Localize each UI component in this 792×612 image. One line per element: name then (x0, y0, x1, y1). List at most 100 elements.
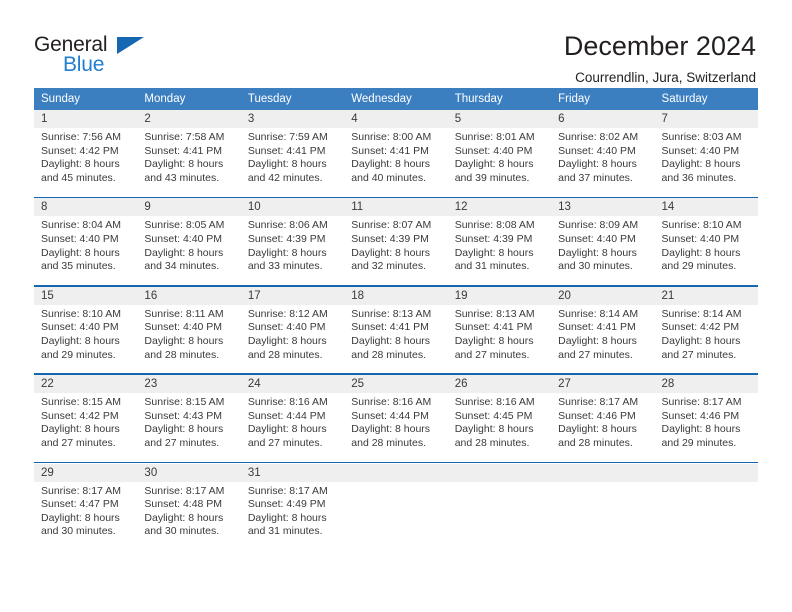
sunrise-text: Sunrise: 8:12 AM (247, 307, 328, 320)
day-number[interactable]: 27 (551, 375, 655, 394)
day-cell[interactable]: Sunrise: 8:17 AM Sunset: 4:46 PM Dayligh… (551, 393, 655, 453)
day-number[interactable]: 14 (654, 198, 758, 217)
day-number[interactable]: 1 (34, 110, 138, 128)
day-cell[interactable]: Sunrise: 8:16 AM Sunset: 4:44 PM Dayligh… (240, 393, 345, 453)
day-number[interactable]: 30 (137, 463, 241, 482)
sunset-text: Sunset: 4:41 PM (351, 321, 429, 334)
day-cell[interactable]: Sunrise: 8:02 AM Sunset: 4:40 PM Dayligh… (551, 128, 655, 188)
day-number[interactable]: 11 (344, 198, 448, 217)
sunrise-text: Sunrise: 8:17 AM (144, 484, 225, 497)
day-number[interactable]: 18 (344, 286, 448, 305)
day-number[interactable]: 5 (447, 110, 552, 128)
day-cell[interactable]: Sunrise: 8:14 AM Sunset: 4:41 PM Dayligh… (551, 304, 655, 365)
day-cell[interactable]: Sunrise: 8:00 AM Sunset: 4:41 PM Dayligh… (344, 128, 448, 188)
day-number[interactable]: 28 (654, 375, 758, 394)
day-cell[interactable]: Sunrise: 8:14 AM Sunset: 4:42 PM Dayligh… (654, 304, 758, 365)
daylight-text-line1: Daylight: 8 hours (144, 511, 224, 524)
day-number[interactable]: 4 (344, 110, 448, 128)
day-cell[interactable]: Sunrise: 7:59 AM Sunset: 4:41 PM Dayligh… (240, 128, 345, 188)
daylight-text-line1: Daylight: 8 hours (454, 423, 534, 436)
day-number[interactable]: 20 (551, 286, 655, 305)
weekday-header-monday: Monday (137, 88, 241, 110)
day-cell[interactable]: Sunrise: 8:13 AM Sunset: 4:41 PM Dayligh… (447, 304, 552, 365)
sunset-text: Sunset: 4:40 PM (144, 232, 223, 245)
week-spacer (34, 364, 758, 374)
day-cell[interactable]: Sunrise: 8:17 AM Sunset: 4:49 PM Dayligh… (240, 481, 345, 541)
general-blue-logo: General Blue (34, 30, 164, 76)
day-number[interactable]: 23 (137, 375, 241, 394)
day-cell[interactable]: Sunrise: 8:09 AM Sunset: 4:40 PM Dayligh… (551, 216, 655, 276)
day-cell[interactable]: Sunrise: 8:03 AM Sunset: 4:40 PM Dayligh… (654, 128, 758, 188)
week-daynum-row: 22 23 24 25 26 27 28 (34, 375, 758, 394)
day-number[interactable]: 6 (551, 110, 655, 128)
day-cell[interactable]: Sunrise: 8:05 AM Sunset: 4:40 PM Dayligh… (137, 216, 241, 276)
day-number[interactable]: 2 (137, 110, 241, 128)
day-number[interactable]: 26 (447, 375, 552, 394)
daylight-text-line1: Daylight: 8 hours (661, 423, 741, 436)
day-cell[interactable]: Sunrise: 8:10 AM Sunset: 4:40 PM Dayligh… (34, 304, 138, 365)
day-number[interactable]: 22 (34, 375, 138, 394)
week-info-row: Sunrise: 8:17 AM Sunset: 4:47 PM Dayligh… (34, 481, 758, 541)
sunset-text: Sunset: 4:41 PM (144, 144, 223, 157)
daylight-text-line2: and 37 minutes. (558, 171, 633, 184)
daylight-text-line2: and 39 minutes. (454, 171, 530, 184)
day-cell[interactable]: Sunrise: 8:16 AM Sunset: 4:45 PM Dayligh… (447, 393, 552, 453)
day-cell[interactable]: Sunrise: 8:15 AM Sunset: 4:43 PM Dayligh… (137, 393, 241, 453)
day-cell-empty (344, 481, 448, 541)
day-number[interactable]: 3 (240, 110, 345, 128)
day-number[interactable]: 29 (34, 463, 138, 482)
day-cell[interactable]: Sunrise: 8:08 AM Sunset: 4:39 PM Dayligh… (447, 216, 552, 276)
daylight-text-line1: Daylight: 8 hours (351, 423, 431, 436)
day-cell-empty (447, 481, 552, 541)
day-number-empty (551, 463, 655, 482)
day-cell[interactable]: Sunrise: 8:06 AM Sunset: 4:39 PM Dayligh… (240, 216, 345, 276)
day-number[interactable]: 9 (137, 198, 241, 217)
sunset-text: Sunset: 4:39 PM (351, 232, 429, 245)
day-cell[interactable]: Sunrise: 8:15 AM Sunset: 4:42 PM Dayligh… (34, 393, 138, 453)
day-number[interactable]: 8 (34, 198, 138, 217)
daylight-text-line2: and 43 minutes. (144, 171, 220, 184)
day-cell[interactable]: Sunrise: 8:04 AM Sunset: 4:40 PM Dayligh… (34, 216, 138, 276)
daylight-text-line2: and 28 minutes. (558, 436, 633, 449)
week-daynum-row: 1 2 3 4 5 6 7 (34, 110, 758, 128)
day-cell[interactable]: Sunrise: 8:12 AM Sunset: 4:40 PM Dayligh… (240, 304, 345, 365)
day-number[interactable]: 16 (137, 286, 241, 305)
day-cell[interactable]: Sunrise: 7:56 AM Sunset: 4:42 PM Dayligh… (34, 128, 138, 188)
sunset-text: Sunset: 4:42 PM (661, 321, 740, 334)
daylight-text-line2: and 29 minutes. (41, 348, 116, 361)
day-cell[interactable]: Sunrise: 8:13 AM Sunset: 4:41 PM Dayligh… (344, 304, 448, 365)
day-number[interactable]: 12 (447, 198, 552, 217)
day-number[interactable]: 24 (240, 375, 345, 394)
weekday-header-saturday: Saturday (654, 88, 758, 110)
day-cell[interactable]: Sunrise: 7:58 AM Sunset: 4:41 PM Dayligh… (137, 128, 241, 188)
day-cell[interactable]: Sunrise: 8:17 AM Sunset: 4:46 PM Dayligh… (654, 393, 758, 453)
sunset-text: Sunset: 4:41 PM (558, 321, 636, 334)
day-number[interactable]: 13 (551, 198, 655, 217)
calendar-page: General Blue December 2024 Courrendlin, … (0, 0, 792, 612)
sunrise-text: Sunrise: 8:11 AM (144, 307, 224, 320)
daylight-text-line1: Daylight: 8 hours (351, 334, 431, 347)
week-spacer (34, 275, 758, 285)
sunset-text: Sunset: 4:40 PM (41, 321, 119, 334)
day-cell[interactable]: Sunrise: 8:11 AM Sunset: 4:40 PM Dayligh… (137, 304, 241, 365)
daylight-text-line2: and 27 minutes. (144, 436, 220, 449)
day-cell[interactable]: Sunrise: 8:17 AM Sunset: 4:47 PM Dayligh… (34, 481, 138, 541)
day-number[interactable]: 7 (654, 110, 758, 128)
day-number[interactable]: 21 (654, 286, 758, 305)
day-number[interactable]: 17 (240, 286, 345, 305)
day-cell[interactable]: Sunrise: 8:07 AM Sunset: 4:39 PM Dayligh… (344, 216, 448, 276)
week-spacer (34, 452, 758, 462)
day-cell-empty (551, 481, 655, 541)
day-cell[interactable]: Sunrise: 8:10 AM Sunset: 4:40 PM Dayligh… (654, 216, 758, 276)
page-title: December 2024 (563, 31, 756, 61)
day-number[interactable]: 25 (344, 375, 448, 394)
sunrise-text: Sunrise: 8:15 AM (41, 396, 121, 409)
day-number[interactable]: 10 (240, 198, 345, 217)
day-cell[interactable]: Sunrise: 8:01 AM Sunset: 4:40 PM Dayligh… (447, 128, 552, 188)
day-number[interactable]: 15 (34, 286, 138, 305)
day-number[interactable]: 31 (240, 463, 345, 482)
day-number[interactable]: 19 (447, 286, 552, 305)
daylight-text-line1: Daylight: 8 hours (558, 158, 637, 171)
day-cell[interactable]: Sunrise: 8:17 AM Sunset: 4:48 PM Dayligh… (137, 481, 241, 541)
day-cell[interactable]: Sunrise: 8:16 AM Sunset: 4:44 PM Dayligh… (344, 393, 448, 453)
